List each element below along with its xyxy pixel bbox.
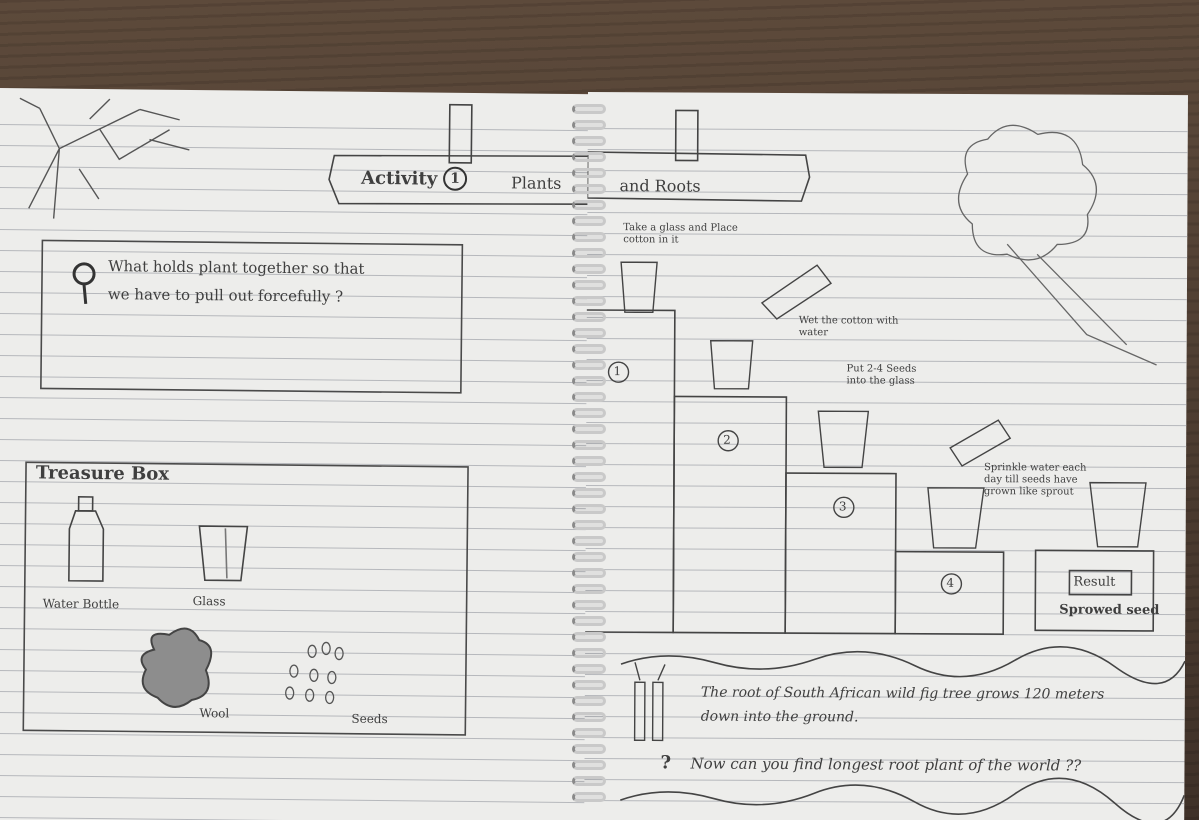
spiral-coil [572, 392, 606, 402]
fact-frame [620, 646, 1186, 820]
spiral-coil [572, 584, 606, 594]
fact-line-1: The root of South African wild fig tree … [700, 684, 1105, 703]
spiral-coil [572, 344, 606, 354]
step-block-3 [784, 472, 897, 635]
sprinkle-glass-icon [927, 487, 985, 549]
glass-icon [198, 525, 249, 582]
wool-icon [140, 627, 213, 708]
wool-label: Wool [199, 706, 230, 721]
step-3-number: 3 [838, 499, 847, 514]
spiral-coil [572, 504, 606, 514]
spiral-coil [572, 632, 606, 642]
test-tube-roots-icon [633, 662, 666, 742]
right-page: and Roots Take a glass and Place cotton … [584, 92, 1188, 820]
fact-question-mark: ? [660, 752, 672, 774]
spiral-coil [572, 616, 606, 626]
tree-sketch-icon [19, 97, 190, 219]
spiral-coil [572, 680, 606, 690]
water-bottle-icon [68, 496, 105, 582]
title-part-2: and Roots [619, 176, 701, 196]
spiral-coil [572, 120, 606, 130]
spiral-coil [572, 552, 606, 562]
step-1-number: 1 [613, 364, 622, 379]
spiral-coil [572, 104, 606, 114]
spiral-coil [572, 168, 606, 178]
seed-glass-icon [817, 410, 870, 469]
glass-label: Glass [192, 594, 226, 609]
spiral-coil [572, 792, 606, 802]
wet-glass-icon [709, 339, 754, 390]
spiral-coil [572, 216, 606, 226]
spiral-coil [572, 200, 606, 210]
seeds-label: Seeds [351, 711, 388, 727]
treasure-box-title: Treasure Box [35, 462, 170, 485]
step-2-text: Wet the cotton with water [798, 315, 899, 339]
spiral-coil [572, 280, 606, 290]
activity-number-badge: 1 [442, 166, 468, 191]
result-block [1034, 549, 1155, 632]
step-4-text: Sprinkle water each day till seeds have … [983, 462, 1087, 498]
water-bottle-label: Water Bottle [42, 596, 120, 612]
spiral-coil [572, 712, 606, 722]
fact-line-2: down into the ground. [700, 708, 859, 726]
result-label: Result [1073, 574, 1116, 590]
spiral-coil [572, 376, 606, 386]
spiral-coil [572, 152, 606, 162]
pouring-bottle-icon [760, 264, 833, 320]
spiral-coil [572, 184, 606, 194]
spiral-coil [572, 136, 606, 146]
result-caption: Sprowed seed [1059, 602, 1160, 618]
spiral-coil [572, 232, 606, 242]
spiral-binding [570, 96, 610, 816]
step-1-text: Take a glass and Place cotton in it [623, 222, 738, 246]
spiral-coil [572, 424, 606, 434]
spiral-coil [572, 264, 606, 274]
fact-question: Now can you find longest root plant of t… [690, 754, 1082, 775]
sprinkle-bottle-icon [949, 419, 1012, 467]
right-page-sketches [584, 109, 1186, 820]
spiral-coil [572, 664, 606, 674]
activity-label: Activity [360, 167, 438, 190]
spiral-coil [572, 248, 606, 258]
spiral-coil [572, 360, 606, 370]
spiral-coil [572, 728, 606, 738]
tree-canopy-sketch-icon [958, 124, 1157, 366]
spiral-coil [572, 520, 606, 530]
spiral-coil [572, 488, 606, 498]
spiral-coil [572, 456, 606, 466]
spiral-coil [572, 696, 606, 706]
left-page-sketches [19, 97, 596, 736]
spiral-coil [572, 760, 606, 770]
spiral-coil [572, 776, 606, 786]
step-block-4 [894, 550, 1005, 635]
spiral-coil [572, 312, 606, 322]
pin-icon [72, 262, 96, 305]
notebook-photo: What holds plant together so that we hav… [0, 0, 1199, 820]
spiral-coil [572, 472, 606, 482]
spiral-coil [572, 408, 606, 418]
seeds-icon [285, 641, 344, 705]
glass-with-cotton-icon [620, 261, 658, 314]
spiral-coil [572, 296, 606, 306]
spiral-coil [572, 536, 606, 546]
left-page: What holds plant together so that we hav… [0, 88, 596, 820]
spiral-coil [572, 568, 606, 578]
step-4-number: 4 [946, 575, 955, 590]
spiral-coil [572, 648, 606, 658]
step-2-number: 2 [723, 432, 731, 447]
title-part-1: Plants [510, 173, 562, 193]
question-line-1: What holds plant together so that [108, 257, 365, 278]
sprout-glass-icon [1089, 481, 1147, 548]
spiral-coil [572, 600, 606, 610]
spiral-coil [572, 744, 606, 754]
question-line-2: we have to pull out forcefully ? [107, 285, 344, 306]
step-3-text: Put 2-4 Seeds into the glass [846, 363, 917, 387]
spiral-coil [572, 328, 606, 338]
spiral-coil [572, 440, 606, 450]
